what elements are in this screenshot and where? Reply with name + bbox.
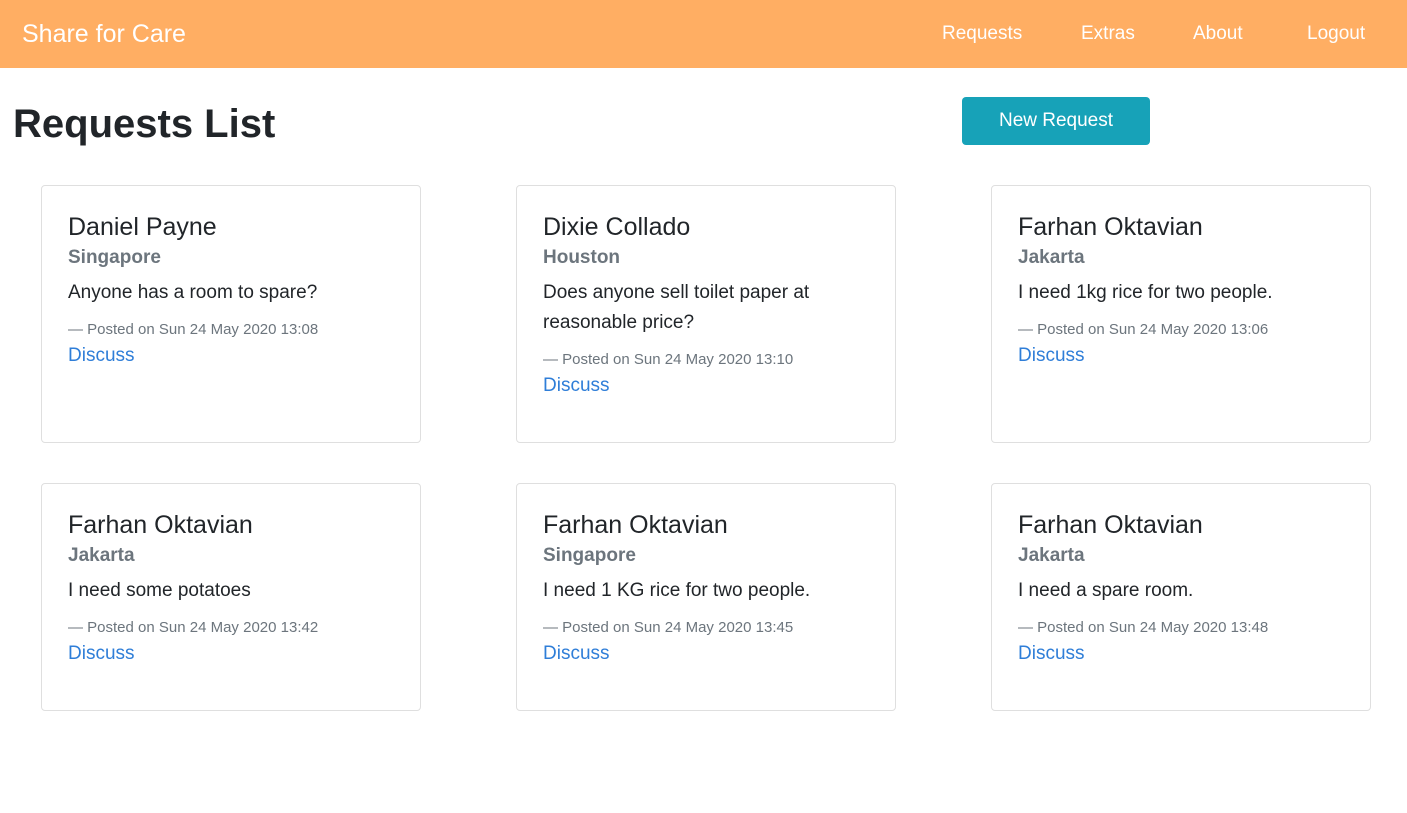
request-text: I need 1 KG rice for two people. bbox=[543, 580, 811, 601]
requester-name: Daniel Payne bbox=[68, 213, 217, 241]
requester-name: Farhan Oktavian bbox=[543, 511, 728, 539]
requester-name: Dixie Collado bbox=[543, 213, 691, 241]
requester-city: Jakarta bbox=[1018, 545, 1085, 566]
request-text: I need some potatoes bbox=[68, 580, 251, 601]
request-card: Farhan Oktavian Jakarta I need some pota… bbox=[41, 483, 421, 711]
page-title: Requests List bbox=[13, 102, 276, 146]
discuss-link[interactable]: Discuss bbox=[543, 374, 610, 398]
posted-date: — Posted on Sun 24 May 2020 13:48 bbox=[1018, 619, 1269, 636]
new-request-button[interactable]: New Request bbox=[962, 97, 1150, 145]
posted-date: — Posted on Sun 24 May 2020 13:06 bbox=[1018, 321, 1269, 338]
discuss-link[interactable]: Discuss bbox=[68, 642, 135, 666]
request-card: Daniel Payne Singapore Anyone has a room… bbox=[41, 185, 421, 443]
requester-city: Houston bbox=[543, 247, 621, 268]
requester-name: Farhan Oktavian bbox=[1018, 511, 1203, 539]
requester-city: Jakarta bbox=[1018, 247, 1085, 268]
discuss-link[interactable]: Discuss bbox=[68, 344, 135, 368]
posted-date: — Posted on Sun 24 May 2020 13:08 bbox=[68, 321, 319, 338]
request-card: Farhan Oktavian Jakarta I need 1kg rice … bbox=[991, 185, 1371, 443]
requester-name: Farhan Oktavian bbox=[68, 511, 253, 539]
nav-link-extras[interactable]: Extras bbox=[1081, 22, 1135, 46]
request-text: Does anyone sell toilet paper at reasona… bbox=[543, 282, 810, 333]
requester-city: Singapore bbox=[543, 545, 636, 566]
request-card: Farhan Oktavian Jakarta I need a spare r… bbox=[991, 483, 1371, 711]
nav-link-about[interactable]: About bbox=[1193, 22, 1243, 46]
posted-date: — Posted on Sun 24 May 2020 13:10 bbox=[543, 351, 794, 368]
request-text: I need 1kg rice for two people. bbox=[1018, 282, 1273, 303]
request-card: Farhan Oktavian Singapore I need 1 KG ri… bbox=[516, 483, 896, 711]
posted-date: — Posted on Sun 24 May 2020 13:45 bbox=[543, 619, 794, 636]
request-text: Anyone has a room to spare? bbox=[68, 282, 318, 303]
discuss-link[interactable]: Discuss bbox=[543, 642, 610, 666]
nav-link-requests[interactable]: Requests bbox=[942, 22, 1022, 46]
nav-link-logout[interactable]: Logout bbox=[1307, 22, 1365, 46]
posted-date: — Posted on Sun 24 May 2020 13:42 bbox=[68, 619, 319, 636]
requester-name: Farhan Oktavian bbox=[1018, 213, 1203, 241]
top-navbar: Share for Care Requests Extras About Log… bbox=[0, 0, 1407, 68]
request-card: Dixie Collado Houston Does anyone sell t… bbox=[516, 185, 896, 443]
requester-city: Singapore bbox=[68, 247, 161, 268]
discuss-link[interactable]: Discuss bbox=[1018, 344, 1085, 368]
brand-link[interactable]: Share for Care bbox=[22, 18, 186, 50]
requester-city: Jakarta bbox=[68, 545, 135, 566]
discuss-link[interactable]: Discuss bbox=[1018, 642, 1085, 666]
request-text: I need a spare room. bbox=[1018, 580, 1194, 601]
